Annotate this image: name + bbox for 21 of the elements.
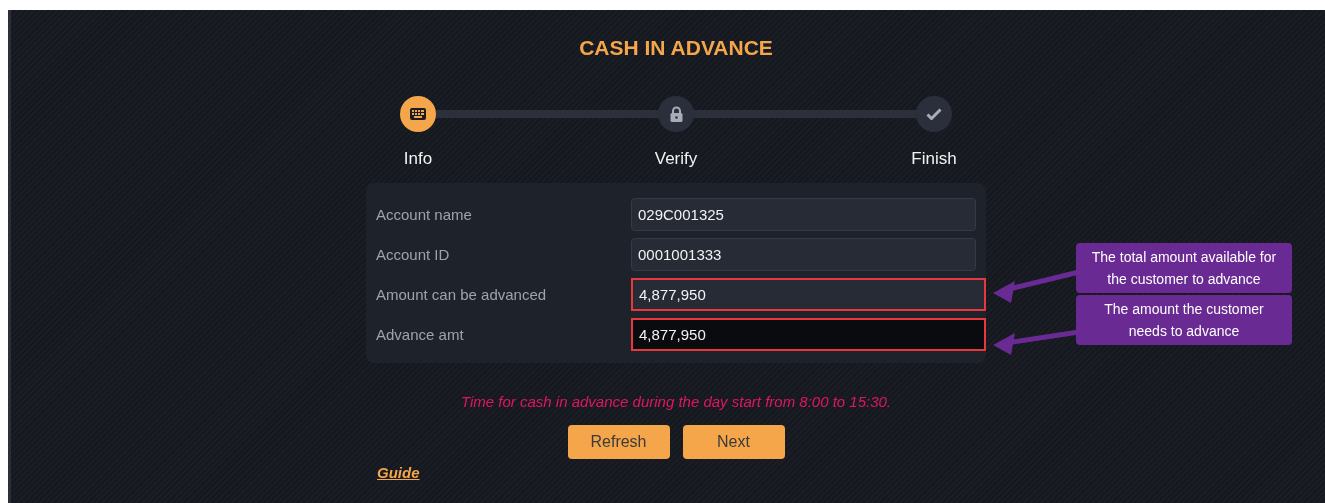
input-field[interactable]: 4,877,950	[631, 278, 986, 311]
input-field[interactable]: 0001001333	[631, 238, 976, 271]
page-title: CASH IN ADVANCE	[579, 36, 773, 60]
annotation-callout: The amount the customer needs to advance	[1076, 295, 1292, 345]
check-icon	[926, 108, 942, 120]
field-label: Amount can be advanced	[376, 286, 547, 303]
input-field[interactable]: 029C001325	[631, 198, 976, 231]
keyboard-icon	[410, 108, 426, 120]
field-label: Advance amt	[376, 326, 464, 343]
field-label: Account name	[376, 206, 472, 223]
input-field[interactable]: 4,877,950	[631, 318, 986, 351]
step-label: Verify	[654, 149, 698, 169]
field-label: Account ID	[376, 246, 450, 263]
step-label: Finish	[911, 149, 957, 169]
action-button[interactable]: Next	[682, 425, 785, 459]
step-label: Info	[403, 149, 433, 169]
action-button[interactable]: Refresh	[567, 425, 670, 459]
lock-icon	[669, 106, 683, 122]
guide-link[interactable]: Guide	[377, 464, 420, 481]
notice-text: Time for cash in advance during the day start from 8:00 to 15:30.	[460, 393, 892, 410]
annotation-callout: The total amount available for the customer to advance	[1076, 243, 1292, 293]
